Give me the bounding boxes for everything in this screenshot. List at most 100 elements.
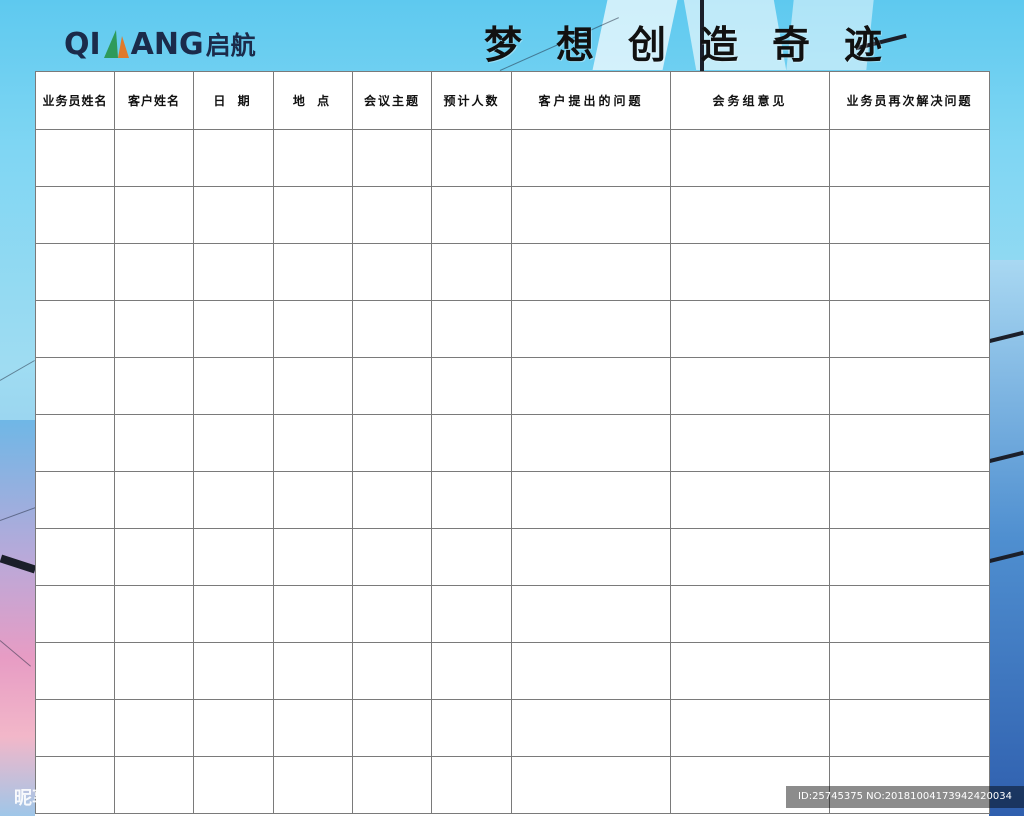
- table-cell[interactable]: [829, 642, 990, 700]
- table-cell[interactable]: [273, 243, 353, 301]
- table-cell[interactable]: [273, 186, 353, 244]
- table-cell[interactable]: [114, 357, 194, 415]
- table-cell[interactable]: [273, 129, 353, 187]
- table-cell[interactable]: [273, 756, 353, 814]
- table-cell[interactable]: [511, 300, 671, 358]
- table-cell[interactable]: [114, 699, 194, 757]
- table-cell[interactable]: [352, 585, 432, 643]
- table-cell[interactable]: [829, 129, 990, 187]
- table-cell[interactable]: [35, 357, 115, 415]
- table-cell[interactable]: [511, 414, 671, 472]
- table-cell[interactable]: [431, 585, 512, 643]
- table-cell[interactable]: [114, 414, 194, 472]
- table-cell[interactable]: [431, 129, 512, 187]
- table-cell[interactable]: [670, 414, 830, 472]
- table-cell[interactable]: [352, 642, 432, 700]
- table-cell[interactable]: [431, 642, 512, 700]
- table-cell[interactable]: [511, 243, 671, 301]
- table-cell[interactable]: [670, 642, 830, 700]
- table-cell[interactable]: [35, 243, 115, 301]
- table-cell[interactable]: [431, 414, 512, 472]
- table-cell[interactable]: [829, 585, 990, 643]
- table-cell[interactable]: [431, 186, 512, 244]
- table-cell[interactable]: [35, 186, 115, 244]
- table-cell[interactable]: [35, 699, 115, 757]
- table-cell[interactable]: [352, 471, 432, 529]
- table-cell[interactable]: [273, 528, 353, 586]
- table-cell[interactable]: [670, 471, 830, 529]
- table-cell[interactable]: [670, 129, 830, 187]
- table-cell[interactable]: [35, 414, 115, 472]
- table-cell[interactable]: [114, 129, 194, 187]
- table-cell[interactable]: [193, 756, 274, 814]
- table-cell[interactable]: [431, 471, 512, 529]
- table-cell[interactable]: [829, 414, 990, 472]
- table-cell[interactable]: [352, 300, 432, 358]
- table-cell[interactable]: [193, 642, 274, 700]
- table-cell[interactable]: [431, 756, 512, 814]
- table-cell[interactable]: [193, 471, 274, 529]
- table-cell[interactable]: [511, 585, 671, 643]
- table-cell[interactable]: [431, 300, 512, 358]
- table-cell[interactable]: [193, 243, 274, 301]
- table-cell[interactable]: [193, 357, 274, 415]
- table-cell[interactable]: [511, 528, 671, 586]
- table-cell[interactable]: [511, 642, 671, 700]
- table-cell[interactable]: [114, 471, 194, 529]
- table-cell[interactable]: [273, 699, 353, 757]
- table-cell[interactable]: [431, 528, 512, 586]
- table-cell[interactable]: [352, 414, 432, 472]
- table-cell[interactable]: [829, 528, 990, 586]
- table-cell[interactable]: [670, 585, 830, 643]
- table-cell[interactable]: [273, 414, 353, 472]
- table-cell[interactable]: [273, 357, 353, 415]
- table-cell[interactable]: [114, 186, 194, 244]
- table-cell[interactable]: [114, 528, 194, 586]
- table-cell[interactable]: [193, 414, 274, 472]
- table-cell[interactable]: [273, 300, 353, 358]
- table-cell[interactable]: [511, 699, 671, 757]
- table-cell[interactable]: [431, 357, 512, 415]
- table-cell[interactable]: [114, 642, 194, 700]
- table-cell[interactable]: [352, 243, 432, 301]
- table-cell[interactable]: [35, 300, 115, 358]
- table-cell[interactable]: [829, 300, 990, 358]
- table-cell[interactable]: [193, 129, 274, 187]
- table-cell[interactable]: [273, 642, 353, 700]
- table-cell[interactable]: [114, 585, 194, 643]
- table-cell[interactable]: [670, 699, 830, 757]
- table-cell[interactable]: [829, 186, 990, 244]
- table-cell[interactable]: [352, 129, 432, 187]
- table-cell[interactable]: [193, 699, 274, 757]
- table-cell[interactable]: [431, 243, 512, 301]
- table-cell[interactable]: [193, 300, 274, 358]
- table-cell[interactable]: [193, 186, 274, 244]
- table-cell[interactable]: [273, 471, 353, 529]
- table-cell[interactable]: [114, 243, 194, 301]
- table-cell[interactable]: [431, 699, 512, 757]
- table-cell[interactable]: [352, 186, 432, 244]
- table-cell[interactable]: [511, 756, 671, 814]
- table-cell[interactable]: [35, 129, 115, 187]
- table-cell[interactable]: [511, 357, 671, 415]
- table-cell[interactable]: [352, 357, 432, 415]
- table-cell[interactable]: [352, 699, 432, 757]
- table-cell[interactable]: [511, 186, 671, 244]
- table-cell[interactable]: [352, 756, 432, 814]
- table-cell[interactable]: [352, 528, 432, 586]
- table-cell[interactable]: [829, 471, 990, 529]
- table-cell[interactable]: [670, 357, 830, 415]
- table-cell[interactable]: [193, 528, 274, 586]
- table-cell[interactable]: [273, 585, 353, 643]
- table-cell[interactable]: [670, 528, 830, 586]
- table-cell[interactable]: [670, 300, 830, 358]
- table-cell[interactable]: [670, 243, 830, 301]
- table-cell[interactable]: [35, 528, 115, 586]
- table-cell[interactable]: [829, 357, 990, 415]
- table-cell[interactable]: [829, 243, 990, 301]
- table-cell[interactable]: [511, 129, 671, 187]
- table-cell[interactable]: [193, 585, 274, 643]
- table-cell[interactable]: [670, 186, 830, 244]
- table-cell[interactable]: [114, 300, 194, 358]
- table-cell[interactable]: [511, 471, 671, 529]
